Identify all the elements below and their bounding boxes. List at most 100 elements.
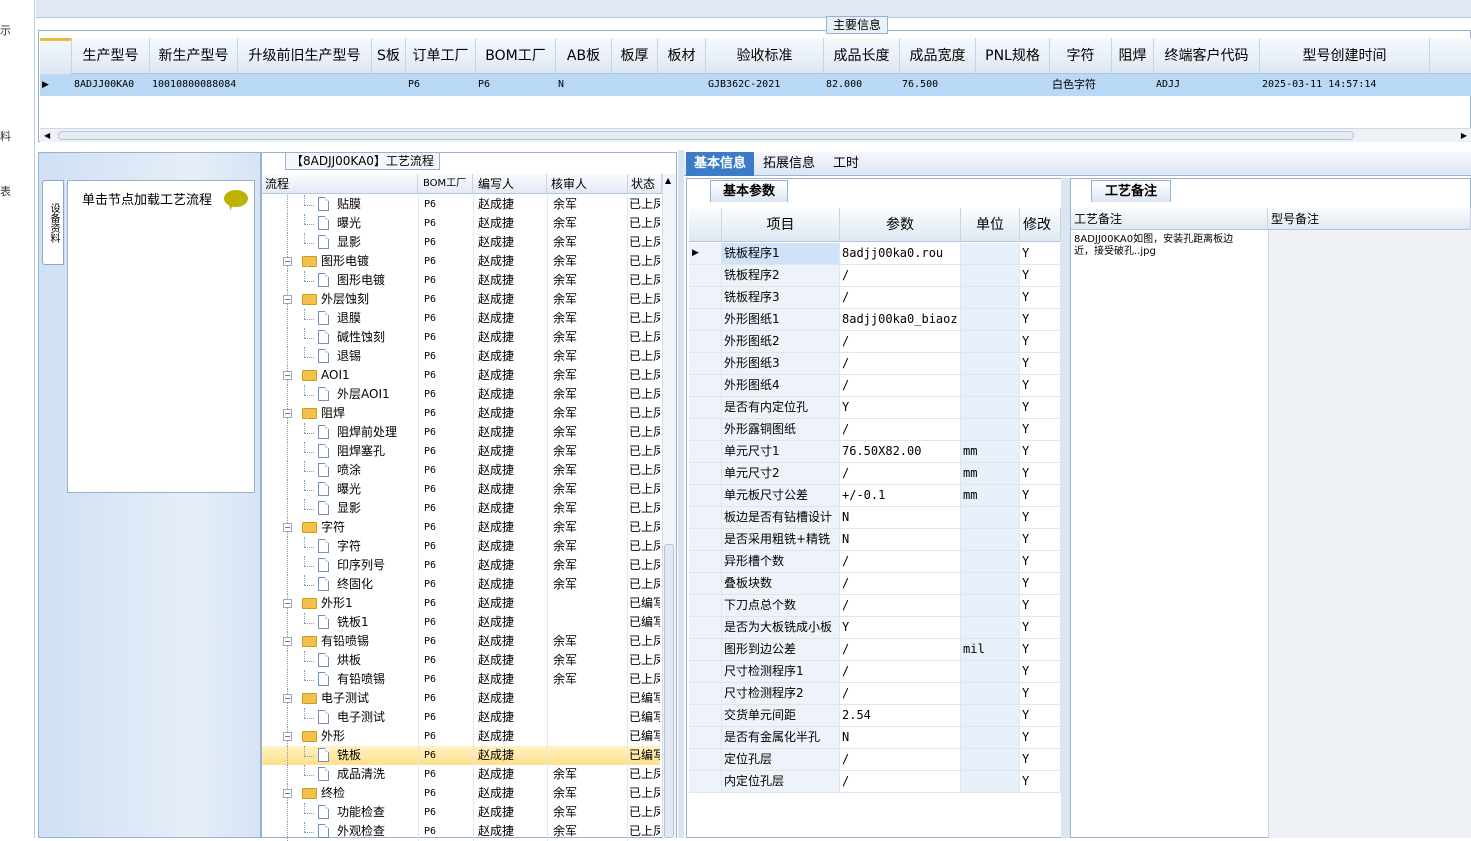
tab-work-hours[interactable]: 工时 xyxy=(825,152,867,176)
basic-column-header[interactable]: 项目 xyxy=(722,208,840,242)
basic-param-row[interactable]: 单元尺寸2/mm Y xyxy=(689,463,1061,485)
tree-column-header[interactable]: 流程 xyxy=(262,174,418,194)
basic-param-row[interactable]: 尺寸检测程序1/ Y xyxy=(689,661,1061,683)
scroll-right-icon[interactable]: ▶ xyxy=(1461,129,1467,142)
basic-param-row[interactable]: 外形图纸4/ Y xyxy=(689,375,1061,397)
row-indicator[interactable] xyxy=(689,617,722,638)
tree-row[interactable]: 外层AOI1 P6 赵成捷 余军 已上凤 xyxy=(262,385,660,404)
main-column-header[interactable]: PNL规格 xyxy=(976,38,1050,74)
param-value[interactable]: / xyxy=(840,331,961,352)
basic-param-row[interactable]: 外形露铜图纸 / Y xyxy=(689,419,1061,441)
tree-row[interactable]: − 外层蚀刻 P6 赵成捷 余军 已上凤 xyxy=(262,290,660,309)
collapse-icon[interactable]: − xyxy=(283,371,292,380)
param-value[interactable]: / xyxy=(840,683,961,704)
basic-column-header[interactable]: 单位 xyxy=(961,208,1020,242)
param-value[interactable]: / xyxy=(840,375,961,396)
basic-param-row[interactable]: ▶ 铣板程序1 8adjj00ka0.rou Y xyxy=(689,243,1061,265)
tree-row[interactable]: − 图形电镀 P6 赵成捷 余军 已上凤 xyxy=(262,252,660,271)
param-value[interactable]: N xyxy=(840,727,961,748)
param-value[interactable]: +/-0.1 xyxy=(840,485,961,506)
tree-row[interactable]: 曝光 P6 赵成捷 余军 已上凤 xyxy=(262,214,660,233)
main-column-header[interactable]: 字符 xyxy=(1050,38,1112,74)
row-indicator[interactable] xyxy=(689,441,722,462)
tree-row[interactable]: 字符 P6 赵成捷 余军 已上凤 xyxy=(262,537,660,556)
collapse-icon[interactable]: − xyxy=(283,257,292,266)
basic-param-row[interactable]: 单元尺寸1 76.50X82.00 mm Y xyxy=(689,441,1061,463)
tree-row[interactable]: 电子测试 P6 赵成捷 已编写 xyxy=(262,708,660,727)
tree-row[interactable]: 退膜 P6 赵成捷 余军 已上凤 xyxy=(262,309,660,328)
main-column-header[interactable]: 成品长度 xyxy=(824,38,900,74)
param-value[interactable]: N xyxy=(840,529,961,550)
main-cell[interactable]: 2025-03-11 14:57:14 xyxy=(1262,74,1430,96)
main-cell[interactable]: P6 xyxy=(478,74,556,96)
tree-row[interactable]: 成品清洗 P6 赵成捷 余军 已上凤 xyxy=(262,765,660,784)
row-indicator[interactable] xyxy=(689,639,722,660)
basic-param-row[interactable]: 尺寸检测程序2/ Y xyxy=(689,683,1061,705)
model-note-cell[interactable] xyxy=(1268,230,1471,838)
param-value[interactable]: / xyxy=(840,749,961,770)
collapse-icon[interactable]: − xyxy=(283,637,292,646)
main-grid-row[interactable]: ▶ 8ADJJ00KA0 10010800088084 P6 P6 N GJB362C-2… xyxy=(40,74,1471,96)
basic-param-row[interactable]: 叠板块数 / Y xyxy=(689,573,1061,595)
tree-row[interactable]: − 阻焊 P6 赵成捷 余军 已上凤 xyxy=(262,404,660,423)
main-column-header[interactable]: 验收标准 xyxy=(706,38,824,74)
row-indicator[interactable] xyxy=(689,375,722,396)
main-cell[interactable] xyxy=(614,74,658,96)
basic-param-row[interactable]: 是否为大板铣成小板 Y Y xyxy=(689,617,1061,639)
tab-basic-info[interactable]: 基本信息 xyxy=(686,152,755,176)
row-indicator[interactable]: ▶ xyxy=(689,243,722,264)
basic-param-row[interactable]: 图形到边公差 / mil Y xyxy=(689,639,1061,661)
row-indicator[interactable] xyxy=(689,265,722,286)
basic-param-row[interactable]: 内定位孔层 / Y xyxy=(689,771,1061,793)
main-column-header[interactable]: AB板 xyxy=(556,38,612,74)
row-indicator[interactable] xyxy=(689,485,722,506)
tree-scroll-thumb[interactable] xyxy=(664,544,674,838)
tree-row[interactable]: − 外形1 P6 赵成捷 已编写 xyxy=(262,594,660,613)
tree-row[interactable]: − 电子测试 P6 赵成捷 已编写 xyxy=(262,689,660,708)
tree-row[interactable]: − AOI1 P6 赵成捷 余军 已上凤 xyxy=(262,366,660,385)
scroll-thumb[interactable] xyxy=(58,131,1354,140)
tree-row[interactable]: 喷涂 P6 赵成捷 余军 已上凤 xyxy=(262,461,660,480)
main-column-header[interactable]: 成品宽度 xyxy=(900,38,976,74)
tree-row[interactable]: 贴膜 P6 赵成捷 余军 已上凤 xyxy=(262,195,660,214)
param-value[interactable]: 8adjj00ka0.rou xyxy=(840,243,961,264)
tree-row[interactable]: 铣板 P6 赵成捷 已编写 xyxy=(262,746,660,765)
row-indicator[interactable] xyxy=(689,595,722,616)
tree-row[interactable]: 功能检查 P6 赵成捷 余军 已上凤 xyxy=(262,803,660,822)
scroll-left-icon[interactable]: ◀ xyxy=(44,129,50,142)
param-value[interactable]: / xyxy=(840,639,961,660)
param-value[interactable]: Y xyxy=(840,617,961,638)
param-value[interactable]: / xyxy=(840,771,961,792)
param-value[interactable]: / xyxy=(840,573,961,594)
tree-row[interactable]: − 字符 P6 赵成捷 余军 已上凤 xyxy=(262,518,660,537)
param-value[interactable]: N xyxy=(840,507,961,528)
main-column-header[interactable]: S板 xyxy=(372,38,406,74)
tab-extended-info[interactable]: 拓展信息 xyxy=(755,152,823,176)
tree-row[interactable]: 铣板1 P6 赵成捷 已编写 xyxy=(262,613,660,632)
row-indicator[interactable] xyxy=(689,419,722,440)
param-value[interactable]: / xyxy=(840,595,961,616)
collapse-icon[interactable]: − xyxy=(283,732,292,741)
basic-param-row[interactable]: 铣板程序3/ Y xyxy=(689,287,1061,309)
main-column-header[interactable]: 型号创建时间 xyxy=(1260,38,1430,74)
main-cell[interactable]: N xyxy=(558,74,612,96)
row-indicator[interactable] xyxy=(689,683,722,704)
tree-row[interactable]: − 有铅喷锡 P6 赵成捷 余军 已上凤 xyxy=(262,632,660,651)
tree-row[interactable]: 印序列号 P6 赵成捷 余军 已上凤 xyxy=(262,556,660,575)
process-note-text[interactable]: 8ADJJ00KA0如图，安装孔距离板边近，接受破孔..jpg xyxy=(1074,234,1244,258)
tree-row[interactable]: 终固化 P6 赵成捷 余军 已上凤 xyxy=(262,575,660,594)
row-indicator[interactable] xyxy=(689,529,722,550)
main-column-header[interactable]: 升级前旧生产型号 xyxy=(238,38,372,74)
main-cell[interactable] xyxy=(1114,74,1154,96)
collapse-icon[interactable]: − xyxy=(283,599,292,608)
basic-param-row[interactable]: 下刀点总个数 / Y xyxy=(689,595,1061,617)
basic-param-row[interactable]: 单元板尺寸公差 +/-0.1 mm Y xyxy=(689,485,1061,507)
row-indicator[interactable] xyxy=(689,507,722,528)
main-column-header[interactable]: 板厚 xyxy=(612,38,658,74)
basic-param-row[interactable]: 板边是否有钻槽设计 N Y xyxy=(689,507,1061,529)
param-value[interactable]: / xyxy=(840,265,961,286)
main-cell[interactable]: P6 xyxy=(408,74,476,96)
row-indicator[interactable] xyxy=(689,331,722,352)
main-column-header[interactable]: 阻焊 xyxy=(1112,38,1154,74)
main-cell[interactable]: ADJJ xyxy=(1156,74,1260,96)
